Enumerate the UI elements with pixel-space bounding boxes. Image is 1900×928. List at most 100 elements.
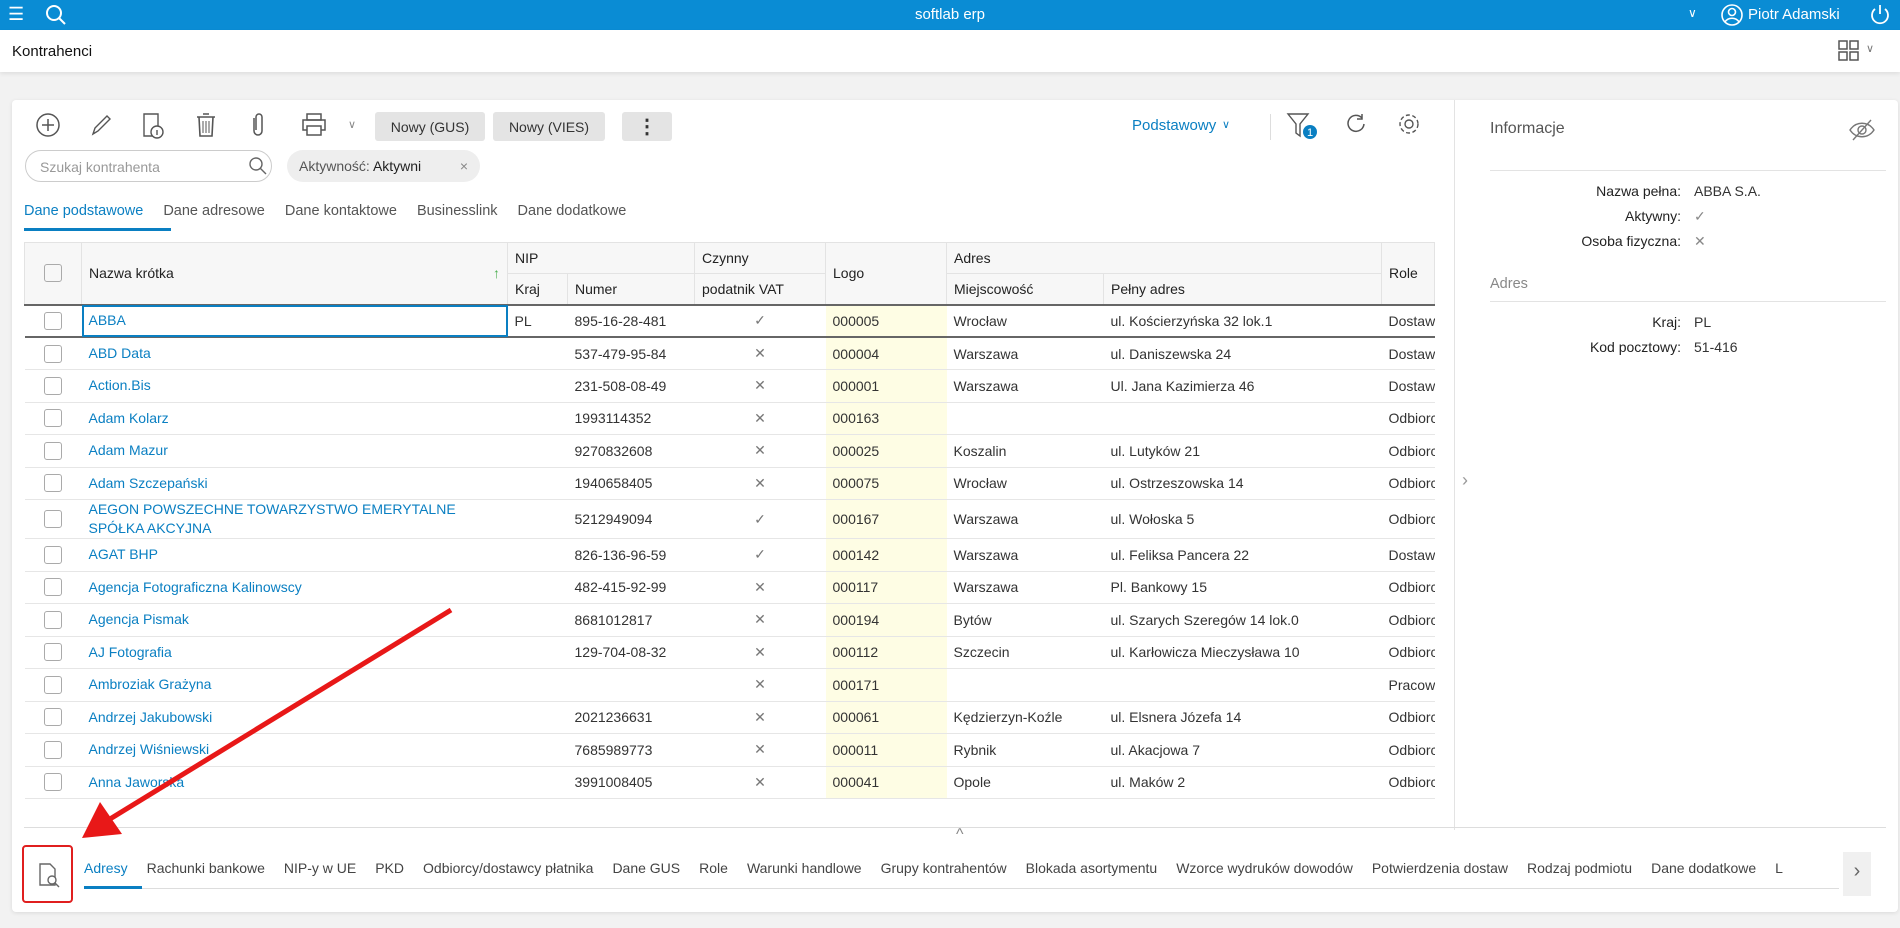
cell-name[interactable]: Agencja Pismak	[81, 603, 508, 637]
row-checkbox[interactable]	[44, 578, 62, 597]
bottom-tab[interactable]: Odbiorcy/dostawcy płatnika	[423, 860, 593, 876]
user-name[interactable]: Piotr Adamski	[1748, 6, 1840, 23]
cell-name[interactable]: Adam Mazur	[81, 434, 508, 468]
row-checkbox[interactable]	[44, 376, 62, 395]
refresh-icon[interactable]	[1344, 112, 1368, 138]
chevron-up-icon[interactable]: ^	[956, 826, 964, 844]
column-header-name[interactable]: Nazwa krótka ↑	[81, 242, 508, 305]
column-header-kraj[interactable]: Kraj	[507, 273, 568, 305]
layout-icon[interactable]	[1838, 40, 1860, 62]
tab-dane-kontaktowe[interactable]: Dane kontaktowe	[285, 203, 397, 219]
chevron-down-icon[interactable]: ∨	[1688, 6, 1697, 20]
table-row[interactable]: Andrzej Wiśniewski 7685989773 ✕ 000011 R…	[24, 733, 1435, 767]
table-row[interactable]: Adam Szczepański 1940658405 ✕ 000075 Wro…	[24, 467, 1435, 500]
bottom-tab[interactable]: Dane dodatkowe	[1651, 860, 1756, 876]
bottom-tab[interactable]: Potwierdzenia dostaw	[1372, 860, 1508, 876]
table-row[interactable]: Action.Bis 231-508-08-49 ✕ 000001 Warsza…	[24, 369, 1435, 403]
row-checkbox[interactable]	[44, 773, 62, 792]
more-options-button[interactable]: ⋮	[622, 112, 672, 141]
table-row[interactable]: AGAT BHP 826-136-96-59 ✓ 000142 Warszawa…	[24, 538, 1435, 572]
row-checkbox[interactable]	[44, 311, 62, 330]
row-checkbox[interactable]	[44, 409, 62, 428]
bottom-tab[interactable]: NIP-y w UE	[284, 860, 356, 876]
chevron-right-icon[interactable]: ›	[1462, 470, 1468, 491]
bottom-tab[interactable]: PKD	[375, 860, 404, 876]
column-header-vat[interactable]: Czynny	[694, 242, 826, 274]
cell-name[interactable]: Anna Jaworska	[81, 766, 508, 799]
row-checkbox[interactable]	[44, 441, 62, 460]
add-icon[interactable]	[35, 112, 61, 138]
row-checkbox[interactable]	[44, 708, 62, 727]
row-checkbox[interactable]	[44, 344, 62, 363]
table-row[interactable]: Anna Jaworska 3991008405 ✕ 000041 Opole …	[24, 766, 1435, 799]
row-checkbox[interactable]	[44, 474, 62, 493]
column-header-vat-2[interactable]: podatnik VAT	[694, 273, 826, 305]
filter-chip[interactable]: Aktywność: Aktywni ×	[287, 150, 480, 182]
bottom-tab[interactable]: Rodzaj podmiotu	[1527, 860, 1632, 876]
settings-icon[interactable]	[1396, 111, 1422, 137]
chevron-down-icon[interactable]: ∨	[348, 118, 356, 131]
row-checkbox[interactable]	[44, 675, 62, 694]
cell-name[interactable]: ABD Data	[81, 337, 508, 370]
column-header-full-address[interactable]: Pełny adres	[1102, 273, 1383, 305]
user-icon[interactable]	[1720, 3, 1744, 27]
new-gus-button[interactable]: Nowy (GUS)	[375, 112, 485, 141]
bottom-tab[interactable]: Wzorce wydruków dowodów	[1176, 860, 1353, 876]
power-icon[interactable]	[1868, 3, 1892, 27]
row-checkbox[interactable]	[44, 643, 62, 662]
table-row[interactable]: ABBA PL 895-16-28-481 ✓ 000005 Wrocław u…	[24, 304, 1435, 338]
cell-name[interactable]: Agencja Fotograficzna Kalinowscy	[81, 571, 508, 604]
column-header-logo[interactable]: Logo	[825, 242, 947, 305]
cell-name[interactable]: AGAT BHP	[81, 538, 508, 572]
table-row[interactable]: AJ Fotografia 129-704-08-32 ✕ 000112 Szc…	[24, 636, 1435, 669]
preview-button[interactable]	[22, 845, 73, 903]
cell-name[interactable]: Action.Bis	[81, 369, 508, 403]
edit-icon[interactable]	[88, 112, 114, 138]
chevron-down-icon[interactable]: ∨	[1222, 118, 1230, 131]
table-row[interactable]: Ambroziak Grażyna ✕ 000171 Pracownik	[24, 668, 1435, 702]
bottom-tab[interactable]: Role	[699, 860, 728, 876]
row-checkbox[interactable]	[44, 740, 62, 759]
row-checkbox[interactable]	[44, 545, 62, 564]
bottom-tab[interactable]: Dane GUS	[612, 860, 680, 876]
chevron-down-icon[interactable]: ∨	[1866, 42, 1874, 55]
cell-name[interactable]: Adam Szczepański	[81, 467, 508, 500]
cell-name[interactable]: Adam Kolarz	[81, 402, 508, 435]
cell-name[interactable]: Andrzej Jakubowski	[81, 701, 508, 734]
table-row[interactable]: Adam Kolarz 1993114352 ✕ 000163 Odbiorca	[24, 402, 1435, 435]
row-checkbox[interactable]	[44, 510, 62, 529]
attachment-icon[interactable]	[248, 112, 268, 138]
bottom-tab[interactable]: L	[1775, 860, 1783, 876]
document-info-icon[interactable]	[140, 112, 166, 140]
hide-eye-icon[interactable]	[1848, 118, 1876, 142]
tab-dane-adresowe[interactable]: Dane adresowe	[163, 203, 265, 219]
select-all-checkbox[interactable]	[44, 264, 62, 283]
bottom-tab[interactable]: Grupy kontrahentów	[881, 860, 1007, 876]
table-row[interactable]: AEGON POWSZECHNE TOWARZYSTWO EMERYTALNE …	[24, 499, 1435, 539]
table-row[interactable]: Agencja Pismak 8681012817 ✕ 000194 Bytów…	[24, 603, 1435, 637]
cell-name[interactable]: Andrzej Wiśniewski	[81, 733, 508, 767]
search-icon[interactable]	[248, 156, 268, 176]
print-icon[interactable]	[300, 112, 328, 138]
cell-name[interactable]: AEGON POWSZECHNE TOWARZYSTWO EMERYTALNE …	[81, 499, 508, 539]
trash-icon[interactable]	[194, 112, 218, 138]
bottom-tab[interactable]: Adresy	[84, 860, 128, 876]
table-row[interactable]: ABD Data 537-479-95-84 ✕ 000004 Warszawa…	[24, 337, 1435, 370]
view-select[interactable]: Podstawowy	[1132, 117, 1216, 134]
table-row[interactable]: Agencja Fotograficzna Kalinowscy 482-415…	[24, 571, 1435, 604]
sort-asc-icon[interactable]: ↑	[493, 265, 500, 281]
column-header-numer[interactable]: Numer	[567, 273, 695, 305]
table-row[interactable]: Andrzej Jakubowski 2021236631 ✕ 000061 K…	[24, 701, 1435, 734]
row-checkbox[interactable]	[44, 610, 62, 629]
tab-dane-podstawowe[interactable]: Dane podstawowe	[24, 203, 143, 219]
cell-name[interactable]: Ambroziak Grażyna	[81, 668, 508, 702]
tab-dane-dodatkowe[interactable]: Dane dodatkowe	[518, 203, 627, 219]
bottom-tab[interactable]: Blokada asortymentu	[1026, 860, 1158, 876]
cell-name[interactable]: AJ Fotografia	[81, 636, 508, 669]
column-header-city[interactable]: Miejscowość	[946, 273, 1104, 305]
bottom-tab[interactable]: Rachunki bankowe	[147, 860, 265, 876]
filter-icon[interactable]: 1	[1286, 112, 1320, 142]
bottom-tab[interactable]: Warunki handlowe	[747, 860, 862, 876]
close-icon[interactable]: ×	[460, 158, 468, 174]
new-vies-button[interactable]: Nowy (VIES)	[493, 112, 605, 141]
